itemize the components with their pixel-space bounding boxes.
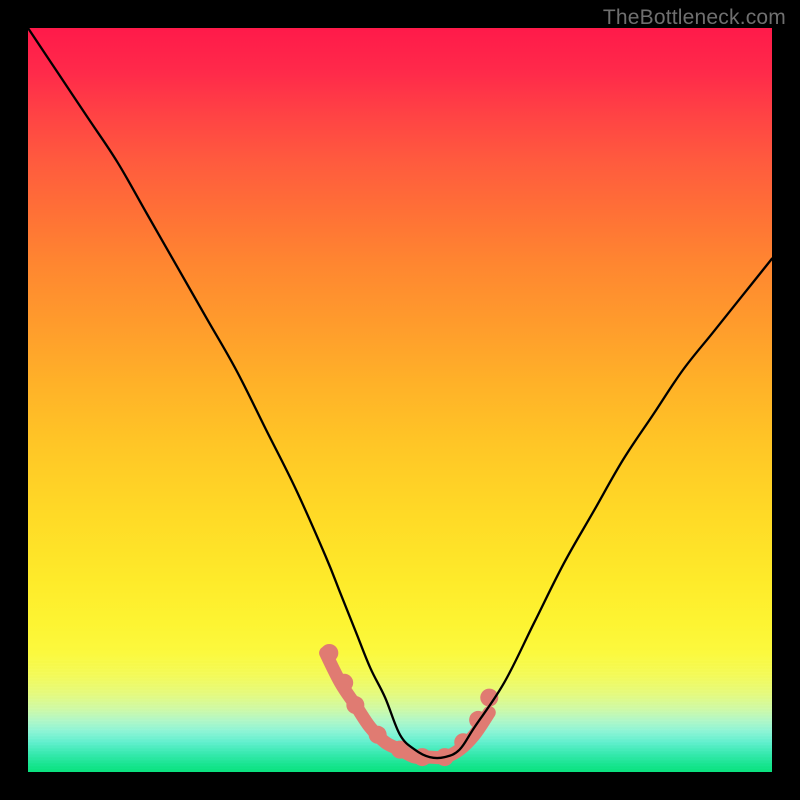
bottleneck-curve — [28, 28, 772, 758]
watermark-text: TheBottleneck.com — [603, 6, 786, 30]
highlight-dot — [369, 726, 387, 744]
chart-svg — [28, 28, 772, 772]
highlight-dot — [335, 674, 353, 692]
highlight-dot — [346, 696, 364, 714]
highlight-dot — [320, 644, 338, 662]
plot-area — [28, 28, 772, 772]
chart-stage: TheBottleneck.com — [0, 0, 800, 800]
